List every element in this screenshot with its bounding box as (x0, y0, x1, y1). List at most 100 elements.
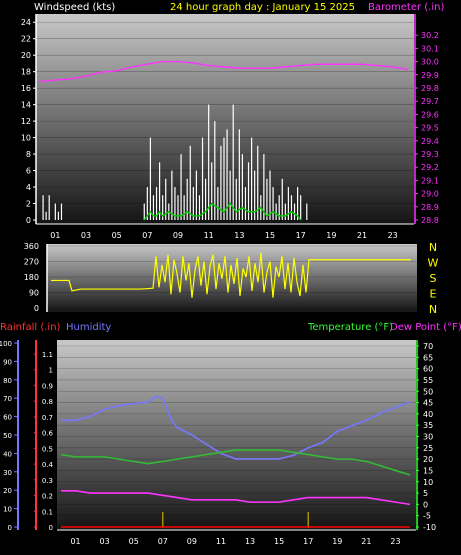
wind-x-tick-label: 09 (173, 231, 183, 240)
climate-x-tick-label: 19 (332, 537, 342, 546)
wind-x-tick-label: 03 (81, 231, 91, 240)
wind-y-tick-label: 14 (21, 101, 31, 110)
temperature-y-tick-label: 15 (423, 466, 433, 475)
barometer-y-tick-label: 29.6 (421, 110, 439, 119)
temperature-y-tick-label: 45 (423, 399, 433, 408)
barometer-y-tick-label: 28.8 (421, 216, 439, 225)
climate-x-tick-label: 11 (216, 537, 226, 546)
humidity-y-tick-label: 30 (3, 469, 12, 477)
direction-panel (47, 244, 417, 312)
dewpoint-axis-label: Dew Point (°F) (390, 322, 461, 333)
barometer-y-tick-label: 30.2 (421, 31, 439, 40)
humidity-y-tick-label: 20 (3, 487, 12, 495)
chart-title: 24 hour graph day : January 15 2025 (170, 2, 355, 13)
rainfall-y-tick-label: 0.6 (42, 430, 54, 438)
wind-y-tick-label: 2 (26, 200, 31, 209)
barometer-y-tick-label: 28.9 (421, 203, 439, 212)
rainfall-y-tick-label: 0.5 (42, 445, 53, 453)
wind-y-tick-label: 6 (26, 167, 31, 176)
barometer-y-tick-label: 29.3 (421, 150, 439, 159)
wind-x-tick-label: 05 (112, 231, 122, 240)
wind-y-tick-label: 18 (21, 68, 31, 77)
rainfall-y-tick-label: 1.1 (42, 351, 53, 359)
temperature-y-tick-label: 35 (423, 421, 433, 430)
wind-x-tick-label: 21 (357, 231, 367, 240)
wind-x-tick-label: 19 (326, 231, 336, 240)
temperature-y-tick-label: 5 (423, 489, 428, 498)
humidity-y-tick-label: 90 (3, 358, 12, 366)
barometer-y-tick-label: 29.7 (421, 97, 439, 106)
rainfall-y-tick-label: 0.1 (42, 508, 53, 516)
barometer-y-tick-label: 29.4 (421, 137, 439, 146)
humidity-y-tick-label: 50 (3, 432, 12, 440)
temperature-y-tick-label: 50 (423, 387, 433, 396)
wind-x-tick-label: 15 (265, 231, 275, 240)
wind-y-tick-label: 8 (26, 150, 31, 159)
barometer-y-tick-label: 30.0 (421, 58, 439, 67)
barometer-y-tick-label: 29.5 (421, 124, 439, 133)
windspeed-axis-label: Windspeed (kts) (34, 2, 115, 13)
rainfall-y-tick-label: 0.8 (42, 398, 53, 406)
rainfall-y-tick-label: 0.2 (42, 493, 53, 501)
humidity-axis-label: Humidity (66, 322, 111, 333)
compass-label: N (429, 241, 437, 254)
direction-y-tick-label: 360 (24, 242, 39, 251)
temperature-y-tick-label: 60 (423, 365, 433, 374)
compass-label: E (430, 288, 437, 301)
climate-x-tick-label: 07 (158, 537, 168, 546)
wind-panel (36, 14, 414, 224)
humidity-y-tick-label: 80 (3, 377, 12, 385)
humidity-y-tick-label: 100 (0, 340, 12, 348)
climate-x-tick-label: 09 (187, 537, 197, 546)
humidity-y-tick-label: 70 (3, 395, 12, 403)
rainfall-y-tick-label: 0.3 (42, 477, 53, 485)
barometer-y-tick-label: 30.1 (421, 44, 439, 53)
barometer-y-tick-label: 29.0 (421, 190, 439, 199)
wind-y-tick-label: 10 (21, 134, 31, 143)
climate-x-tick-label: 01 (70, 537, 80, 546)
climate-x-tick-label: 05 (129, 537, 139, 546)
barometer-axis-label: Barometer (.in) (368, 2, 444, 13)
climate-x-tick-label: 17 (303, 537, 313, 546)
temperature-y-tick-label: 65 (423, 353, 433, 362)
direction-y-tick-label: 270 (24, 258, 39, 267)
wind-y-tick-label: 24 (21, 18, 31, 27)
wind-y-tick-label: 12 (21, 117, 31, 126)
wind-x-tick-label: 11 (204, 231, 214, 240)
direction-y-tick-label: 90 (29, 289, 39, 298)
climate-x-tick-label: 21 (361, 537, 371, 546)
climate-x-tick-label: 23 (390, 537, 400, 546)
temperature-y-tick-label: 30 (423, 433, 433, 442)
rainfall-y-tick-label: 0.7 (42, 414, 53, 422)
compass-label: S (430, 272, 437, 285)
wind-y-tick-label: 16 (21, 84, 31, 93)
direction-y-tick-label: 0 (34, 304, 39, 313)
compass-label: N (429, 303, 437, 316)
rainfall-y-tick-label: 0 (49, 524, 53, 532)
barometer-y-tick-label: 29.9 (421, 71, 439, 80)
rainfall-y-tick-label: 0.4 (42, 461, 54, 469)
climate-x-tick-label: 13 (245, 537, 255, 546)
humidity-y-tick-label: 10 (3, 506, 12, 514)
temperature-y-tick-label: 40 (423, 410, 433, 419)
temperature-axis-label: Temperature (°F) (307, 322, 393, 333)
temperature-y-tick-label: 0 (423, 500, 428, 509)
climate-x-tick-label: 15 (274, 537, 284, 546)
wind-y-tick-label: 22 (21, 35, 31, 44)
direction-y-tick-label: 180 (24, 273, 39, 282)
temperature-y-tick-label: 70 (423, 342, 433, 351)
temperature-y-tick-label: 55 (423, 376, 433, 385)
humidity-y-tick-label: 60 (3, 414, 12, 422)
wind-x-tick-label: 13 (234, 231, 244, 240)
wind-y-tick-label: 0 (26, 216, 31, 225)
temperature-y-tick-label: 10 (423, 478, 433, 487)
humidity-y-tick-label: 0 (8, 524, 12, 532)
wind-x-tick-label: 17 (296, 231, 306, 240)
barometer-y-tick-label: 29.1 (421, 176, 439, 185)
climate-x-tick-label: 03 (100, 537, 110, 546)
rainfall-axis-label: Rainfall (.in) (0, 322, 61, 333)
compass-label: W (428, 257, 439, 270)
weather-graph: Windspeed (kts) 24 hour graph day : Janu… (0, 2, 461, 546)
temperature-y-tick-label: -5 (423, 512, 431, 521)
rainfall-y-tick-label: 1 (49, 367, 53, 375)
